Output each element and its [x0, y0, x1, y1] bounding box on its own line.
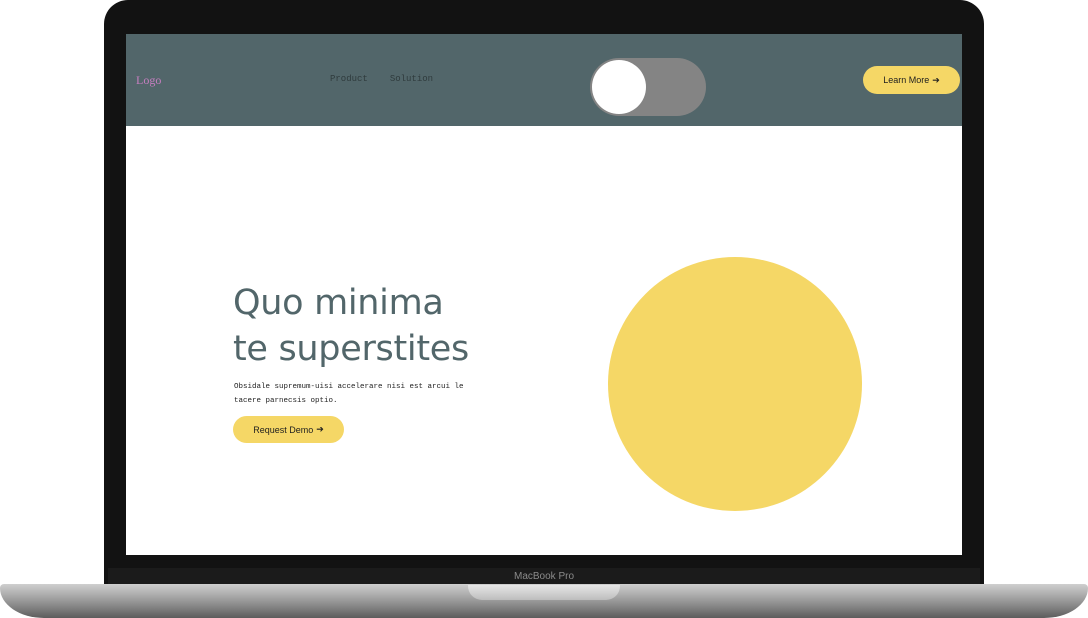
arrow-right-icon: ➔ — [316, 424, 324, 434]
request-demo-button[interactable]: Request Demo ➔ — [233, 416, 344, 443]
theme-toggle[interactable] — [590, 58, 706, 116]
nav-link-solution[interactable]: Solution — [390, 74, 433, 84]
learn-more-label: Learn More — [883, 75, 930, 85]
site-header: Logo Product Solution Learn More ➔ — [126, 34, 962, 126]
toggle-knob — [592, 60, 646, 114]
hero-title-line-1: Quo minima — [233, 283, 444, 323]
hero-title-line-2: te superstites — [233, 329, 469, 369]
hero-description: Obsidale supremum-uisi accelerare nisi e… — [234, 383, 464, 405]
hero-circle-graphic — [608, 257, 862, 511]
learn-more-button[interactable]: Learn More ➔ — [863, 66, 960, 94]
arrow-right-icon: ➔ — [932, 74, 940, 85]
request-demo-label: Request Demo — [253, 424, 314, 435]
nav-link-product[interactable]: Product — [330, 74, 368, 84]
laptop-screen: Logo Product Solution Learn More ➔ Quo m… — [126, 34, 962, 555]
laptop-opening-notch — [468, 585, 620, 600]
laptop-model-label: MacBook Pro — [513, 571, 575, 582]
hero-title: Quo minima te superstites — [233, 280, 469, 372]
main-nav: Product Solution — [330, 74, 433, 84]
site-logo[interactable]: Logo — [136, 73, 161, 88]
